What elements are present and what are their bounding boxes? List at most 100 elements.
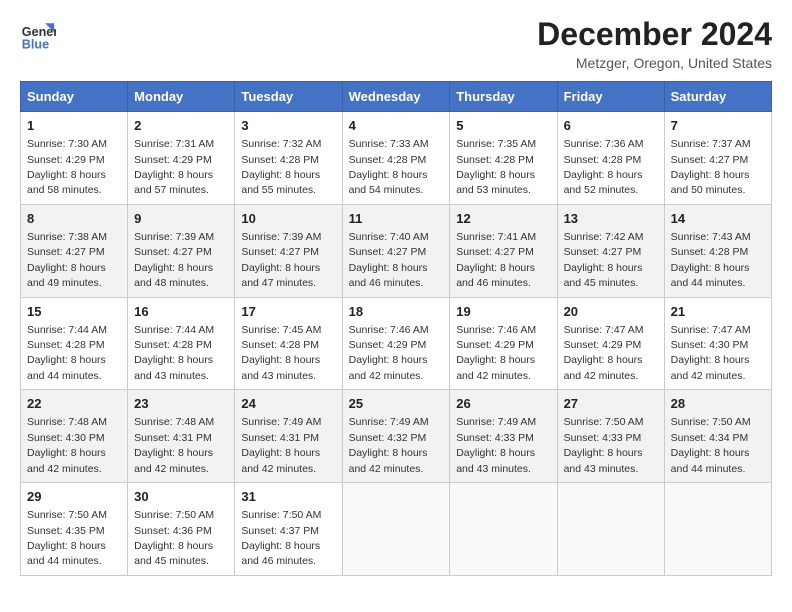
sunset-info: Sunset: 4:28 PM: [564, 154, 642, 166]
calendar-cell: 4Sunrise: 7:33 AMSunset: 4:28 PMDaylight…: [342, 112, 450, 205]
sunset-info: Sunset: 4:27 PM: [27, 246, 105, 258]
calendar-cell: [664, 483, 771, 576]
day-of-week-header: Thursday: [450, 82, 557, 112]
calendar-cell: 3Sunrise: 7:32 AMSunset: 4:28 PMDaylight…: [235, 112, 342, 205]
sunset-info: Sunset: 4:28 PM: [671, 246, 749, 258]
daylight-info: Daylight: 8 hours and 44 minutes.: [27, 354, 106, 381]
calendar-cell: [342, 483, 450, 576]
calendar-cell: 29Sunrise: 7:50 AMSunset: 4:35 PMDayligh…: [21, 483, 128, 576]
daylight-info: Daylight: 8 hours and 54 minutes.: [349, 169, 428, 196]
sunrise-info: Sunrise: 7:41 AM: [456, 231, 536, 243]
calendar-cell: 26 Sunrise: 7:49 AM Sunset: 4:33 PM Dayligh…: [450, 390, 557, 483]
sunrise-info: Sunrise: 7:44 AM: [27, 324, 107, 336]
sunset-info: Sunset: 4:28 PM: [456, 154, 534, 166]
sunrise-info: Sunrise: 7:40 AM: [349, 231, 429, 243]
sunrise-info: Sunrise: 7:38 AM: [27, 231, 107, 243]
calendar-week-row: 22 Sunrise: 7:48 AM Sunset: 4:30 PM Dayligh…: [21, 390, 772, 483]
sunset-info: Sunset: 4:29 PM: [27, 154, 105, 166]
day-number: 15: [27, 303, 121, 321]
sunset-info: Sunset: 4:33 PM: [456, 432, 534, 444]
sunrise-info: Sunrise: 7:44 AM: [134, 324, 214, 336]
day-number: 1: [27, 117, 121, 135]
sunrise-info: Sunrise: 7:49 AM: [456, 416, 536, 428]
calendar-cell: [450, 483, 557, 576]
sunrise-info: Sunrise: 7:39 AM: [134, 231, 214, 243]
sunrise-info: Sunrise: 7:49 AM: [241, 416, 321, 428]
calendar-cell: 2Sunrise: 7:31 AMSunset: 4:29 PMDaylight…: [128, 112, 235, 205]
day-number: 18: [349, 303, 444, 321]
daylight-info: Daylight: 8 hours and 50 minutes.: [671, 169, 750, 196]
sunset-info: Sunset: 4:29 PM: [456, 339, 534, 351]
day-of-week-header: Saturday: [664, 82, 771, 112]
calendar-cell: 31Sunrise: 7:50 AMSunset: 4:37 PMDayligh…: [235, 483, 342, 576]
calendar-cell: 12Sunrise: 7:41 AMSunset: 4:27 PMDayligh…: [450, 204, 557, 297]
sunrise-info: Sunrise: 7:48 AM: [27, 416, 107, 428]
daylight-info: Daylight: 8 hours and 42 minutes.: [27, 447, 106, 474]
sunrise-info: Sunrise: 7:46 AM: [349, 324, 429, 336]
logo-icon: General Blue: [20, 16, 56, 52]
day-number: 30: [134, 488, 228, 506]
calendar-table: SundayMondayTuesdayWednesdayThursdayFrid…: [20, 81, 772, 576]
sunset-info: Sunset: 4:30 PM: [671, 339, 749, 351]
day-number: 2: [134, 117, 228, 135]
sunset-info: Sunset: 4:37 PM: [241, 525, 319, 537]
sunrise-info: Sunrise: 7:42 AM: [564, 231, 644, 243]
sunrise-info: Sunrise: 7:43 AM: [671, 231, 751, 243]
calendar-cell: 24Sunrise: 7:49 AMSunset: 4:31 PMDayligh…: [235, 390, 342, 483]
day-of-week-header: Monday: [128, 82, 235, 112]
sunset-info: Sunset: 4:31 PM: [241, 432, 319, 444]
day-number: 3: [241, 117, 335, 135]
sunset-info: Sunset: 4:29 PM: [134, 154, 212, 166]
sunrise-info: Sunrise: 7:48 AM: [134, 416, 214, 428]
day-number: 17: [241, 303, 335, 321]
calendar-cell: 20Sunrise: 7:47 AMSunset: 4:29 PMDayligh…: [557, 297, 664, 390]
daylight-info: Daylight: 8 hours and 43 minutes.: [564, 447, 643, 474]
day-number: 12: [456, 210, 550, 228]
sunset-info: Sunset: 4:34 PM: [671, 432, 749, 444]
daylight-info: Daylight: 8 hours and 44 minutes.: [671, 262, 750, 289]
calendar-cell: 21Sunrise: 7:47 AMSunset: 4:30 PMDayligh…: [664, 297, 771, 390]
day-number: 6: [564, 117, 658, 135]
calendar-cell: 18Sunrise: 7:46 AMSunset: 4:29 PMDayligh…: [342, 297, 450, 390]
day-of-week-header: Tuesday: [235, 82, 342, 112]
sunset-info: Sunset: 4:30 PM: [27, 432, 105, 444]
daylight-info: Daylight: 8 hours and 42 minutes.: [241, 447, 320, 474]
daylight-info: Daylight: 8 hours and 52 minutes.: [564, 169, 643, 196]
sunrise-info: Sunrise: 7:50 AM: [671, 416, 751, 428]
day-number: 26: [456, 395, 550, 413]
calendar-cell: [557, 483, 664, 576]
day-number: 13: [564, 210, 658, 228]
calendar-cell: 1Sunrise: 7:30 AMSunset: 4:29 PMDaylight…: [21, 112, 128, 205]
day-number: 22: [27, 395, 121, 413]
calendar-cell: 22 Sunrise: 7:48 AM Sunset: 4:30 PM Dayligh…: [21, 390, 128, 483]
calendar-cell: 16Sunrise: 7:44 AMSunset: 4:28 PMDayligh…: [128, 297, 235, 390]
sunset-info: Sunset: 4:27 PM: [241, 246, 319, 258]
day-number: 14: [671, 210, 765, 228]
sunrise-info: Sunrise: 7:35 AM: [456, 138, 536, 150]
daylight-info: Daylight: 8 hours and 49 minutes.: [27, 262, 106, 289]
page-header: General Blue December 2024 Metzger, Oreg…: [20, 16, 772, 71]
day-number: 23: [134, 395, 228, 413]
daylight-info: Daylight: 8 hours and 42 minutes.: [564, 354, 643, 381]
sunset-info: Sunset: 4:28 PM: [134, 339, 212, 351]
calendar-cell: 17Sunrise: 7:45 AMSunset: 4:28 PMDayligh…: [235, 297, 342, 390]
sunrise-info: Sunrise: 7:46 AM: [456, 324, 536, 336]
day-number: 29: [27, 488, 121, 506]
daylight-info: Daylight: 8 hours and 45 minutes.: [564, 262, 643, 289]
sunset-info: Sunset: 4:35 PM: [27, 525, 105, 537]
day-number: 10: [241, 210, 335, 228]
calendar-cell: 10Sunrise: 7:39 AMSunset: 4:27 PMDayligh…: [235, 204, 342, 297]
sunrise-info: Sunrise: 7:37 AM: [671, 138, 751, 150]
sunset-info: Sunset: 4:27 PM: [349, 246, 427, 258]
daylight-info: Daylight: 8 hours and 42 minutes.: [349, 447, 428, 474]
daylight-info: Daylight: 8 hours and 48 minutes.: [134, 262, 213, 289]
sunset-info: Sunset: 4:31 PM: [134, 432, 212, 444]
calendar-cell: 8Sunrise: 7:38 AMSunset: 4:27 PMDaylight…: [21, 204, 128, 297]
daylight-info: Daylight: 8 hours and 43 minutes.: [456, 447, 535, 474]
sunset-info: Sunset: 4:29 PM: [349, 339, 427, 351]
calendar-cell: 7Sunrise: 7:37 AMSunset: 4:27 PMDaylight…: [664, 112, 771, 205]
daylight-info: Daylight: 8 hours and 53 minutes.: [456, 169, 535, 196]
sunrise-info: Sunrise: 7:36 AM: [564, 138, 644, 150]
daylight-info: Daylight: 8 hours and 42 minutes.: [134, 447, 213, 474]
sunset-info: Sunset: 4:36 PM: [134, 525, 212, 537]
